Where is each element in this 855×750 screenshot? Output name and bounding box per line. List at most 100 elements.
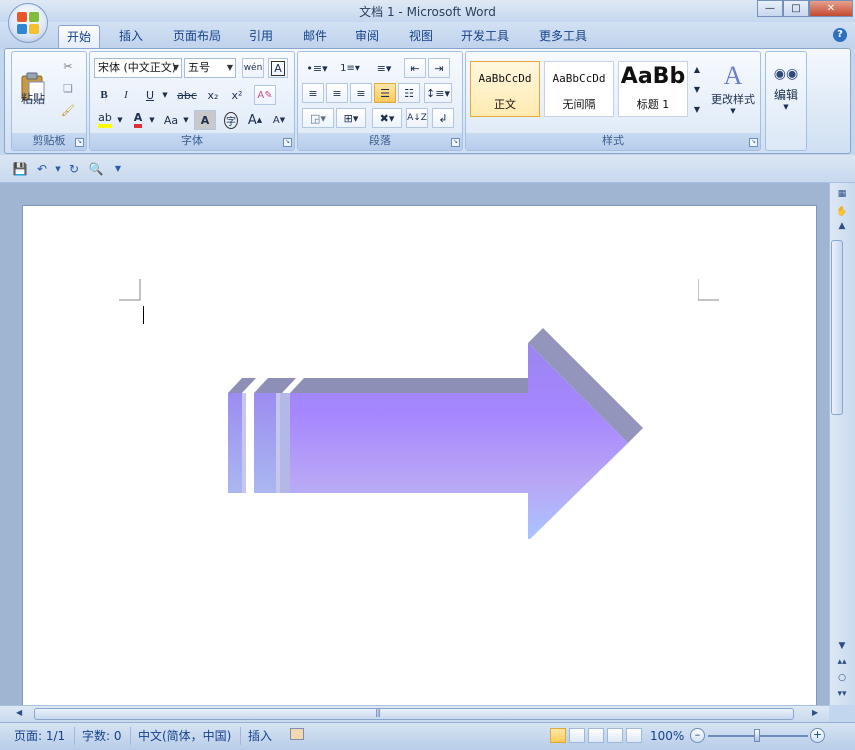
paste-button[interactable]	[16, 56, 50, 118]
shrink-font-button[interactable]: A ▼	[268, 110, 290, 130]
arrow-shape[interactable]	[228, 323, 648, 539]
redo-button[interactable]: ↻	[66, 161, 82, 177]
char-border-button[interactable]: A	[268, 58, 288, 78]
underline-button[interactable]: U	[140, 85, 160, 105]
sort-button[interactable]: A↓Z	[406, 108, 428, 128]
undo-button[interactable]: ↶	[34, 161, 50, 177]
style-normal[interactable]: AaBbCcDd 正文	[470, 61, 540, 117]
styles-launcher[interactable]: ↘	[749, 138, 758, 147]
copy-button[interactable]: ❏	[58, 78, 78, 98]
style-heading-1[interactable]: AaBb 标题 1	[618, 61, 688, 117]
print-layout-view-button[interactable]	[550, 728, 566, 743]
underline-dropdown[interactable]: ▼	[160, 85, 170, 105]
browse-object-button[interactable]: ○	[833, 671, 851, 685]
document-page[interactable]	[22, 205, 817, 715]
enclose-char-button[interactable]: 字	[220, 110, 242, 130]
status-language[interactable]: 中文(简体，中国)	[138, 727, 231, 745]
paragraph-launcher[interactable]: ↘	[451, 138, 460, 147]
zoom-slider-thumb[interactable]	[754, 729, 760, 742]
horizontal-scroll-thumb[interactable]	[34, 708, 794, 720]
tab-insert[interactable]: 插入	[110, 25, 152, 48]
scroll-up-button[interactable]: ▲	[833, 219, 851, 233]
draft-view-button[interactable]	[626, 728, 642, 743]
change-styles-button[interactable]: A 更改样式 ▼	[708, 58, 758, 118]
highlight-dropdown[interactable]: ▼	[116, 110, 124, 130]
tab-references[interactable]: 引用	[240, 25, 282, 48]
print-preview-button[interactable]: 🔍	[88, 161, 104, 177]
help-icon[interactable]: ?	[833, 28, 847, 42]
grow-font-button[interactable]: A ▲	[244, 110, 266, 130]
full-screen-reading-view-button[interactable]	[569, 728, 585, 743]
font-name-select[interactable]: 宋体 (中文正文) ▼	[94, 58, 182, 78]
tab-page-layout[interactable]: 页面布局	[164, 25, 230, 48]
tab-home[interactable]: 开始	[58, 25, 100, 48]
tab-review[interactable]: 审阅	[346, 25, 388, 48]
tab-mailings[interactable]: 邮件	[294, 25, 336, 48]
zoom-in-button[interactable]: +	[810, 728, 825, 743]
undo-dropdown[interactable]: ▼	[50, 161, 66, 177]
font-color-dropdown[interactable]: ▼	[148, 110, 156, 130]
zoom-level[interactable]: 100%	[650, 727, 684, 745]
strikethrough-button[interactable]: abc	[174, 85, 200, 105]
zoom-out-button[interactable]: –	[690, 728, 705, 743]
bold-button[interactable]: B	[94, 85, 114, 105]
ruler-toggle-button[interactable]: ▦	[833, 187, 851, 201]
char-shading-button[interactable]: A	[194, 110, 216, 130]
clear-format-button[interactable]: A✎	[254, 85, 276, 105]
tab-more-tools[interactable]: 更多工具	[530, 25, 596, 48]
format-painter-button[interactable]: 🖌	[58, 100, 78, 120]
outline-view-button[interactable]	[607, 728, 623, 743]
previous-page-button[interactable]: ▴▴	[833, 655, 851, 669]
styles-scroll-down[interactable]: ▼	[690, 80, 704, 98]
minimize-button[interactable]: —	[757, 0, 783, 17]
clipboard-launcher[interactable]: ↘	[75, 138, 84, 147]
change-case-button[interactable]: Aa	[160, 110, 182, 130]
macro-record-button[interactable]	[290, 727, 304, 745]
line-spacing-button[interactable]: ↕≡▾	[424, 83, 452, 103]
maximize-button[interactable]: □	[783, 0, 809, 17]
subscript-button[interactable]: x₂	[202, 85, 224, 105]
italic-button[interactable]: I	[116, 85, 136, 105]
status-page[interactable]: 页面: 1/1	[14, 727, 65, 745]
next-page-button[interactable]: ▾▾	[833, 687, 851, 701]
numbering-button[interactable]: 1≡▾	[334, 58, 366, 78]
pan-button[interactable]: ✋	[833, 205, 851, 219]
editing-button[interactable]: ◉◉ 编辑 ▼	[768, 58, 804, 118]
borders-button[interactable]: ⊞▾	[336, 108, 366, 128]
tab-developer[interactable]: 开发工具	[452, 25, 518, 48]
scroll-left-button[interactable]: ◀	[16, 708, 22, 717]
superscript-button[interactable]: x²	[226, 85, 248, 105]
status-words[interactable]: 字数: 0	[82, 727, 122, 745]
web-layout-view-button[interactable]	[588, 728, 604, 743]
style-no-spacing[interactable]: AaBbCcDd 无间隔	[544, 61, 614, 117]
align-left-button[interactable]: ≡	[302, 83, 324, 103]
font-size-select[interactable]: 五号 ▼	[184, 58, 236, 78]
styles-more[interactable]: ▼	[690, 100, 704, 118]
distribute-button[interactable]: ☷	[398, 83, 420, 103]
close-button[interactable]: ✕	[809, 0, 853, 17]
customize-toolbar-dropdown[interactable]: ▼	[110, 161, 126, 177]
office-button[interactable]	[8, 3, 48, 43]
styles-scroll-up[interactable]: ▲	[690, 60, 704, 78]
save-button[interactable]: 💾	[12, 161, 28, 177]
multilevel-list-button[interactable]: ≡▾	[368, 58, 400, 78]
cut-button[interactable]: ✂	[58, 56, 78, 76]
horizontal-scrollbar[interactable]: ◀ ||| ▶	[0, 705, 829, 722]
scroll-down-button[interactable]: ▼	[833, 639, 851, 653]
chinese-layout-button[interactable]: ✖▾	[372, 108, 402, 128]
bullets-button[interactable]: •≡▾	[302, 58, 332, 78]
phonetic-guide-button[interactable]: wén	[242, 58, 264, 78]
change-case-dropdown[interactable]: ▼	[182, 110, 190, 130]
scroll-right-button[interactable]: ▶	[812, 708, 818, 717]
align-center-button[interactable]: ≡	[326, 83, 348, 103]
justify-button[interactable]: ☰	[374, 83, 396, 103]
font-color-button[interactable]: A	[128, 110, 148, 130]
highlight-button[interactable]: ab	[94, 110, 116, 130]
increase-indent-button[interactable]: ⇥	[428, 58, 450, 78]
tab-view[interactable]: 视图	[400, 25, 442, 48]
font-launcher[interactable]: ↘	[283, 138, 292, 147]
show-marks-button[interactable]: ↲	[432, 108, 454, 128]
decrease-indent-button[interactable]: ⇤	[404, 58, 426, 78]
vertical-scroll-thumb[interactable]	[831, 240, 843, 415]
status-insert-mode[interactable]: 插入	[248, 727, 272, 745]
